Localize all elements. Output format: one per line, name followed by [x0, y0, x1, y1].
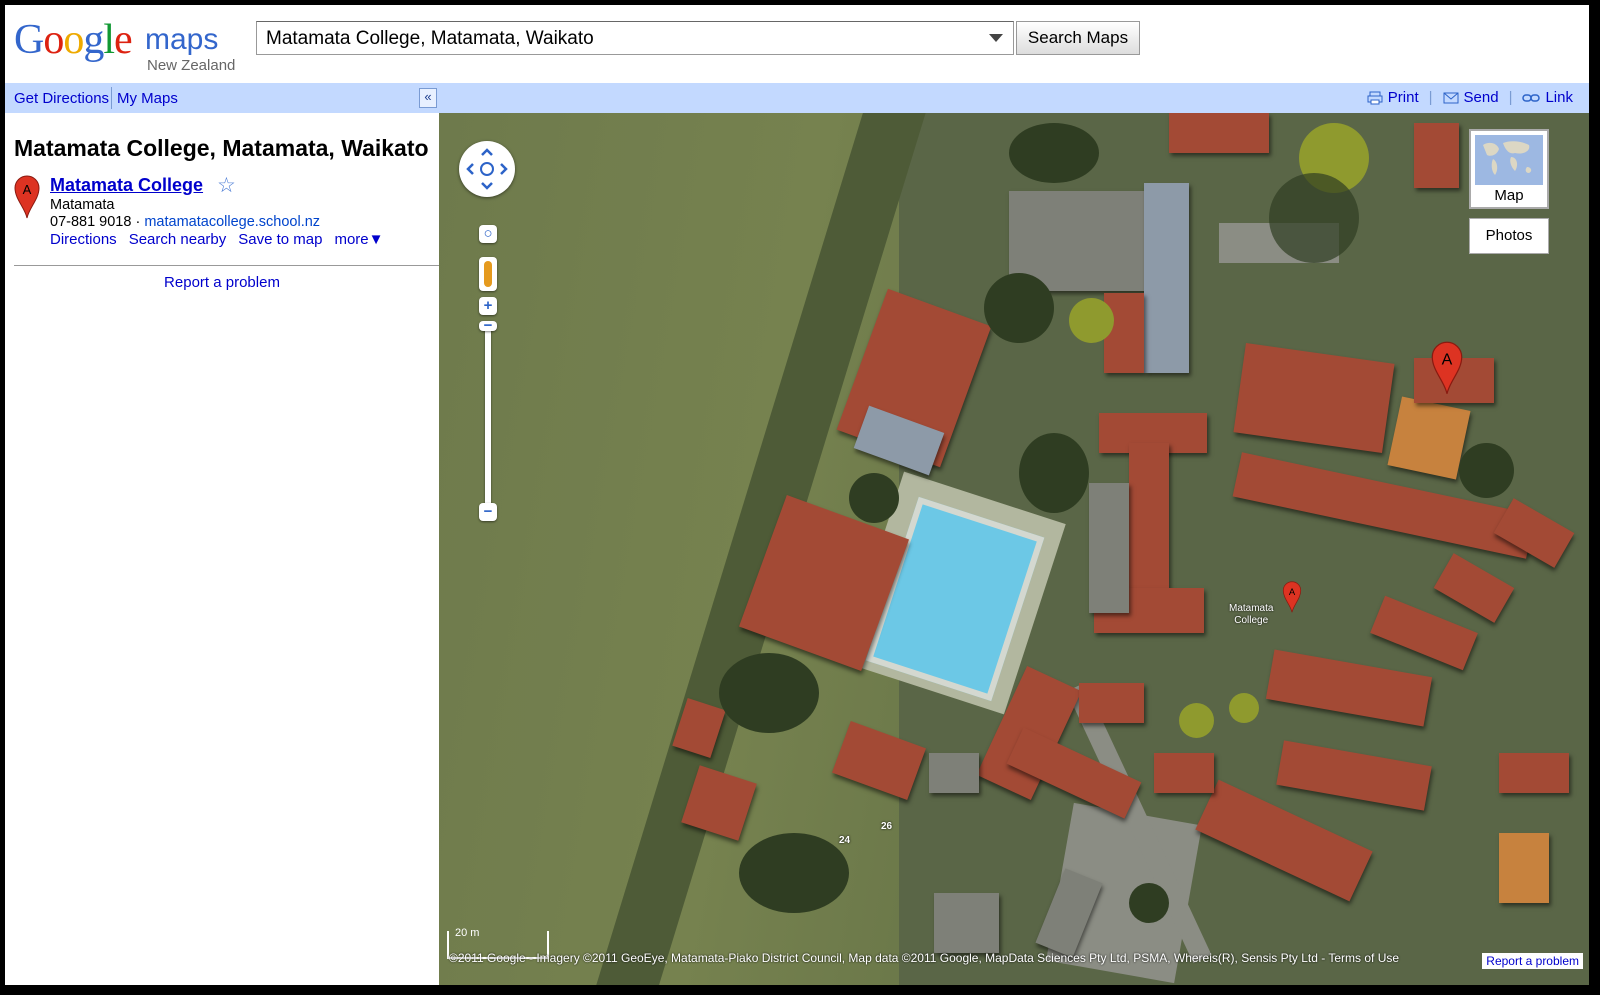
maps-window: Google maps New Zealand Search Maps Get … — [5, 5, 1589, 985]
toolbar: Get Directions My Maps « Print | Send | … — [5, 83, 1589, 113]
building — [1079, 683, 1144, 723]
header: Google maps New Zealand Search Maps — [5, 5, 1589, 83]
search-maps-button[interactable]: Search Maps — [1016, 21, 1140, 55]
map-marker-label: Matamata College — [1229, 603, 1273, 627]
building — [929, 753, 979, 793]
print-link[interactable]: Print — [1367, 89, 1419, 106]
get-directions-link[interactable]: Get Directions — [14, 90, 109, 107]
tree — [1459, 443, 1514, 498]
star-icon[interactable]: ☆ — [217, 173, 236, 198]
logo-region-text: New Zealand — [147, 57, 236, 74]
toolbar-right: Print | Send | Link — [1367, 89, 1573, 106]
reset-view-button[interactable]: ○ — [479, 225, 497, 243]
collapse-panel-button[interactable]: « — [419, 88, 437, 108]
send-label: Send — [1463, 89, 1499, 106]
map-type-label: Map — [1494, 187, 1524, 204]
map-marker-a-large[interactable]: A — [1431, 341, 1463, 395]
toolbar-divider — [111, 87, 112, 109]
marker-a-letter: A — [1289, 587, 1296, 598]
results-title: Matamata College, Matamata, Waikato — [14, 135, 429, 161]
print-label: Print — [1387, 89, 1419, 106]
zoom-slider-handle[interactable]: − — [479, 318, 497, 333]
house-number: 24 — [839, 835, 851, 846]
send-link[interactable]: Send — [1443, 89, 1499, 106]
place-locality: Matamata — [50, 197, 115, 213]
search-box — [256, 21, 1014, 55]
map-copyright: ©2011 Google - Imagery ©2011 GeoEye, Mat… — [449, 951, 1400, 965]
search-nearby-link[interactable]: Search nearby — [129, 231, 227, 248]
house-number: 26 — [881, 821, 893, 832]
building — [1414, 123, 1459, 188]
tree — [1129, 883, 1169, 923]
tree — [849, 473, 899, 523]
place-contact: 07-881 9018 · matamatacollege.school.nz — [50, 214, 320, 230]
place-phone: 07-881 9018 — [50, 214, 132, 230]
building — [1144, 183, 1189, 373]
world-map-icon — [1475, 135, 1543, 185]
envelope-icon — [1443, 92, 1459, 103]
building — [1499, 833, 1549, 903]
printer-icon — [1367, 91, 1383, 104]
toolbar-divider: | — [1508, 89, 1513, 106]
map-report-problem-link[interactable]: Report a problem — [1482, 953, 1583, 969]
map-type-button[interactable]: Map — [1469, 129, 1549, 209]
world-map-thumbnail — [1475, 135, 1543, 185]
building — [934, 893, 999, 953]
search-input[interactable] — [264, 23, 968, 55]
building — [1129, 443, 1169, 603]
zoom-out-button[interactable]: − — [479, 503, 497, 521]
marker-a-icon[interactable]: A — [14, 175, 40, 219]
place-actions: Directions Search nearby Save to map mor… — [50, 231, 384, 248]
logo-maps-text: maps — [145, 23, 219, 56]
toolbar-left: Get Directions My Maps « — [5, 83, 439, 113]
chain-link-icon — [1522, 93, 1541, 102]
tree — [984, 273, 1054, 343]
tree — [1229, 693, 1259, 723]
marker-a-letter: A — [1442, 351, 1453, 368]
tree — [1179, 703, 1214, 738]
directions-link[interactable]: Directions — [50, 231, 117, 248]
marker-label-line: College — [1234, 615, 1269, 626]
building — [1387, 396, 1471, 480]
building — [1089, 483, 1129, 613]
building — [1499, 753, 1569, 793]
toolbar-divider: | — [1428, 89, 1433, 106]
zoom-slider-track[interactable] — [485, 323, 491, 506]
pan-control[interactable] — [459, 141, 515, 197]
map-canvas[interactable]: A A Matamata College 24 26 ○ + − − Map P… — [439, 113, 1589, 985]
tree — [1009, 123, 1099, 183]
place-website-link[interactable]: matamatacollege.school.nz — [144, 214, 320, 230]
pan-arrows-icon — [466, 148, 508, 190]
scale-label: 20 m — [455, 927, 480, 939]
building — [1169, 113, 1269, 153]
tree — [739, 833, 849, 913]
map-marker-a-small[interactable]: A — [1282, 581, 1302, 613]
more-menu-link[interactable]: more▼ — [334, 231, 383, 248]
report-problem-link[interactable]: Report a problem — [5, 274, 439, 291]
place-name-link[interactable]: Matamata College — [50, 175, 203, 196]
google-maps-logo[interactable]: Google maps New Zealand — [14, 17, 235, 74]
building — [1154, 753, 1214, 793]
tree — [1269, 173, 1359, 263]
marker-label-line: Matamata — [1229, 603, 1274, 614]
zoom-in-button[interactable]: + — [479, 297, 497, 315]
link-label: Link — [1545, 89, 1573, 106]
tree — [1069, 298, 1114, 343]
tree — [719, 653, 819, 733]
photos-button[interactable]: Photos — [1469, 218, 1549, 254]
results-panel: Matamata College, Matamata, Waikato A Ma… — [5, 113, 439, 985]
save-to-map-link[interactable]: Save to map — [238, 231, 322, 248]
search-dropdown-icon[interactable] — [989, 34, 1003, 42]
tree — [1019, 433, 1089, 513]
link-link[interactable]: Link — [1522, 89, 1573, 106]
pegman-icon[interactable] — [479, 257, 497, 291]
contact-separator: · — [135, 214, 141, 230]
my-maps-link[interactable]: My Maps — [117, 90, 178, 107]
google-logo-text: Google — [14, 17, 133, 63]
panel-divider — [14, 265, 439, 266]
marker-a-letter: A — [23, 182, 32, 197]
